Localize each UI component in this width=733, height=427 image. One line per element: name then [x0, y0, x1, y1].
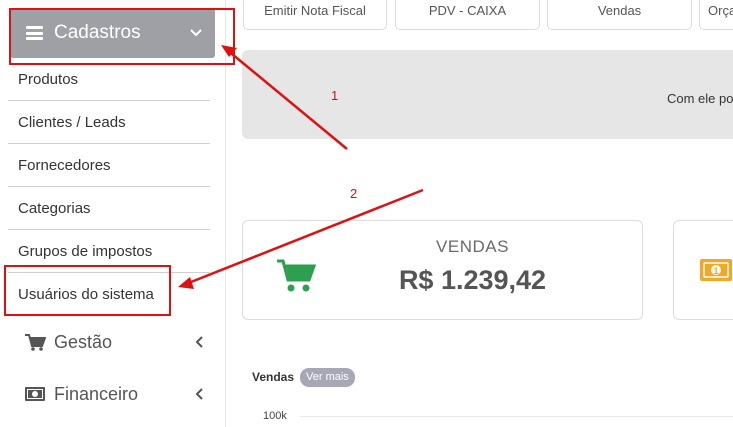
tab-label: Orça	[708, 3, 733, 18]
sidebar-item-gestao[interactable]: Gestão	[24, 322, 210, 362]
tab-vendas[interactable]: Vendas	[547, 0, 692, 30]
sidebar-item-financeiro[interactable]: Financeiro	[24, 374, 210, 414]
card-label: VENDAS	[436, 237, 509, 256]
annotation-box-cadastros	[9, 8, 235, 65]
chart-title: Vendas	[252, 370, 295, 384]
card-value: R$ 1.239,42	[398, 265, 547, 295]
ver-mais-button[interactable]: Ver mais	[300, 368, 355, 387]
info-banner: Com ele po	[242, 50, 733, 139]
tab-orcamentos[interactable]: Orça	[699, 0, 733, 30]
grid-line	[300, 416, 733, 417]
chevron-left-icon	[195, 336, 203, 348]
tab-pdv-caixa[interactable]: PDV - CAIXA	[395, 0, 540, 30]
sidebar-subitem-clientes-leads[interactable]: Clientes / Leads	[8, 101, 210, 144]
sidebar-subitem-fornecedores[interactable]: Fornecedores	[8, 144, 210, 187]
tab-label: Emitir Nota Fiscal	[264, 3, 366, 18]
banner-text: Com ele po	[667, 91, 733, 106]
annotation-box-usuarios	[4, 265, 171, 316]
sidebar-subitem-categorias[interactable]: Categorias	[8, 187, 210, 230]
sales-card[interactable]: VENDAS R$ 1.239,42	[242, 220, 643, 320]
svg-text:1: 1	[713, 266, 718, 276]
tab-label: Vendas	[597, 3, 642, 18]
money-icon	[25, 387, 45, 401]
money-bill-icon: 1	[700, 259, 732, 281]
annotation-step-1: 1	[331, 88, 339, 103]
cart-icon	[25, 334, 46, 351]
sidebar-item-label: Gestão	[54, 331, 113, 352]
chevron-left-icon	[195, 388, 203, 400]
screen: Emitir Nota Fiscal PDV - CAIXA Vendas Or…	[0, 0, 733, 427]
tab-emitir-nota-fiscal[interactable]: Emitir Nota Fiscal	[243, 0, 387, 30]
annotation-step-2: 2	[350, 186, 358, 201]
sidebar-item-label: Financeiro	[54, 383, 139, 404]
tab-label: PDV - CAIXA	[428, 3, 507, 18]
y-tick-label: 100k	[263, 410, 287, 422]
finance-card[interactable]: 1	[673, 220, 733, 320]
